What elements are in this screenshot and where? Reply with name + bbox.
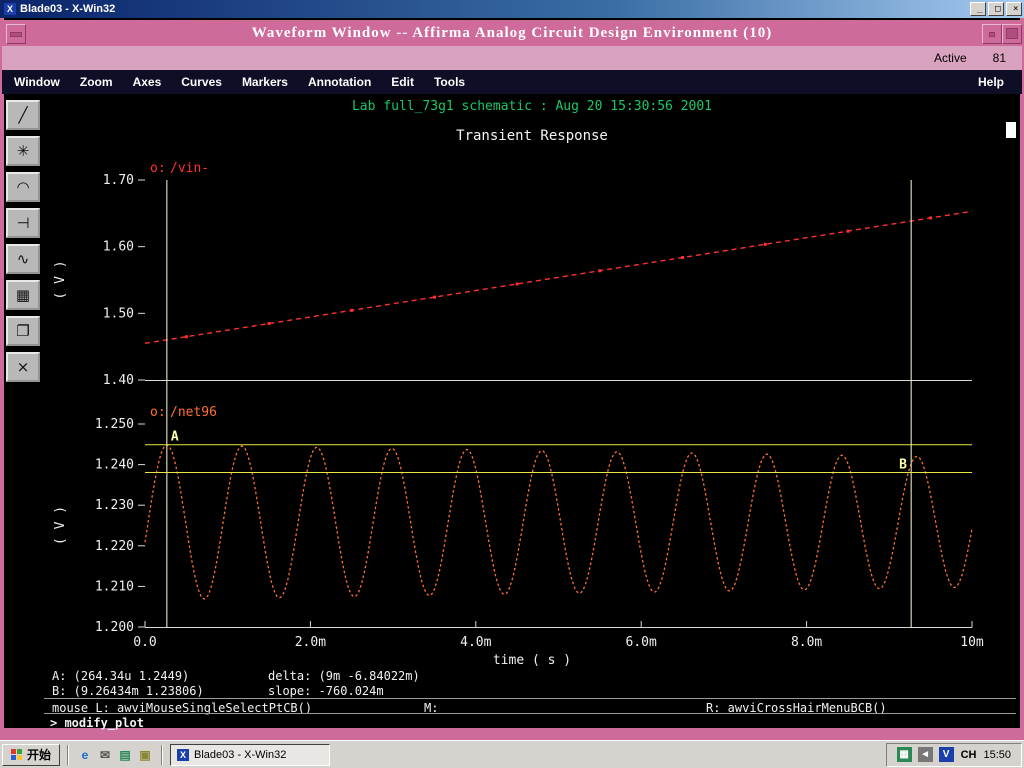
os-titlebar: X Blade03 - X-Win32 _ □ × — [0, 0, 1024, 18]
menu-help[interactable]: Help — [978, 75, 1004, 89]
taskbar-divider-2 — [161, 744, 164, 765]
delta-readout: delta: (9m -6.84022m) — [268, 669, 420, 683]
plot-area[interactable]: Lab full_73g1 schematic : Aug 20 15:30:5… — [0, 96, 1024, 674]
os-window-title: Blade03 - X-Win32 — [20, 3, 116, 15]
language-indicator[interactable]: CH — [961, 749, 977, 761]
vin-point — [432, 295, 436, 299]
x-tick-label: 2.0m — [295, 635, 326, 650]
slope-readout: slope: -760.024m — [268, 684, 384, 698]
x-window-border-bottom — [0, 728, 1024, 740]
windows-logo-icon — [11, 748, 23, 761]
active-count: 81 — [992, 51, 1006, 65]
menu-axes[interactable]: Axes — [133, 75, 162, 89]
y-tick-label: 1.50 — [103, 306, 134, 321]
legend-symbol-0: o: — [150, 161, 166, 176]
vin-point — [763, 242, 767, 246]
taskbar: 开始 e ✉ ▤ ▣ X Blade03 - X-Win32 ▦ ◄ V CH 15:50 — [0, 740, 1024, 768]
menu-window[interactable]: Window — [14, 75, 60, 89]
system-tray: ▦ ◄ V CH 15:50 — [885, 742, 1022, 767]
xwin32-task-icon: X — [177, 748, 190, 761]
task-button-xwin32[interactable]: X Blade03 - X-Win32 — [170, 743, 331, 766]
vin-point — [598, 269, 602, 273]
menu-markers[interactable]: Markers — [242, 75, 288, 89]
x-tick-label: 10m — [960, 635, 984, 650]
vin-point — [681, 256, 685, 260]
x-maximize-button[interactable] — [1002, 24, 1022, 44]
x-tick-label: 4.0m — [460, 635, 491, 650]
legend-symbol-1: o: — [150, 405, 166, 420]
vin-point — [846, 229, 850, 233]
y-tick-label: 1.200 — [95, 620, 134, 635]
status-separator-bottom — [44, 713, 1016, 714]
scroll-indicator[interactable] — [1006, 122, 1016, 138]
window-menu-button[interactable] — [6, 24, 26, 44]
y-tick-label: 1.70 — [103, 173, 134, 188]
x-tick-label: 8.0m — [791, 635, 822, 650]
command-prompt[interactable]: > modify_plot — [50, 716, 144, 730]
waveform-window-titlebar[interactable]: Waveform Window -- Affirma Analog Circui… — [2, 20, 1022, 46]
menu-curves[interactable]: Curves — [181, 75, 222, 89]
start-button[interactable]: 开始 — [2, 743, 61, 766]
antivirus-tray-icon[interactable]: V — [938, 747, 954, 762]
vin-point — [267, 322, 271, 326]
waveform-window-title: Waveform Window -- Affirma Analog Circui… — [251, 24, 773, 41]
clock: 15:50 — [983, 748, 1011, 761]
menubar: Window Zoom Axes Curves Markers Annotation Edi… — [2, 70, 1022, 94]
marker-b-readout: B: (9.26434m 1.23806) — [52, 684, 204, 698]
marker-a-readout: A: (264.34u 1.2449) — [52, 669, 190, 683]
vin-point — [350, 308, 354, 312]
vin-point — [184, 335, 188, 339]
menu-annotation[interactable]: Annotation — [308, 75, 371, 89]
plot-title: Transient Response — [456, 128, 608, 144]
ie-icon[interactable]: e — [76, 746, 94, 764]
display-tray-icon[interactable]: ▦ — [896, 747, 912, 762]
net96-trace[interactable] — [144, 444, 973, 600]
legend-label-0[interactable]: /vin- — [170, 161, 209, 176]
x-axis-label: time ( s ) — [493, 653, 571, 668]
desktop-icon[interactable]: ▤ — [116, 746, 134, 764]
y-axis-label-1: ( V ) — [53, 506, 68, 545]
y-tick-label: 1.210 — [95, 579, 134, 594]
marker-b-label: B — [899, 457, 907, 472]
y-axis-label-0: ( V ) — [53, 260, 68, 299]
volume-tray-icon[interactable]: ◄ — [917, 747, 933, 762]
os-close-button[interactable]: × — [1006, 2, 1022, 16]
menu-edit[interactable]: Edit — [391, 75, 414, 89]
legend-label-1[interactable]: /net96 — [170, 405, 217, 420]
marker-a-label: A — [171, 430, 179, 445]
tray-icons: ▦ ◄ V — [896, 747, 954, 762]
menu-tools[interactable]: Tools — [434, 75, 465, 89]
xwin32-app-icon: X — [4, 3, 16, 15]
status-separator-top — [44, 698, 1016, 699]
y-tick-label: 1.60 — [103, 240, 134, 255]
vin-point — [929, 216, 933, 220]
taskbar-divider — [67, 744, 70, 765]
active-status-row: Active 81 — [2, 46, 1022, 70]
quick-launch-bar: e ✉ ▤ ▣ — [76, 746, 154, 764]
vin-point — [515, 282, 519, 286]
start-label: 开始 — [27, 748, 52, 762]
plot-subtitle: Lab full_73g1 schematic : Aug 20 15:30:5… — [352, 99, 712, 114]
x-tick-label: 0.0 — [133, 635, 156, 650]
x-tick-label: 6.0m — [626, 635, 657, 650]
y-tick-label: 1.240 — [95, 458, 134, 473]
folder-icon[interactable]: ▣ — [136, 746, 154, 764]
active-label: Active — [933, 51, 967, 65]
y-tick-label: 1.230 — [95, 498, 134, 513]
task-button-label: Blade03 - X-Win32 — [194, 748, 287, 761]
os-maximize-button[interactable]: □ — [988, 2, 1004, 16]
os-minimize-button[interactable]: _ — [970, 2, 986, 16]
menu-zoom[interactable]: Zoom — [80, 75, 113, 89]
x-minimize-button[interactable] — [982, 24, 1002, 44]
y-tick-label: 1.220 — [95, 539, 134, 554]
y-tick-label: 1.250 — [95, 417, 134, 432]
mail-icon[interactable]: ✉ — [96, 746, 114, 764]
menu-items: Window Zoom Axes Curves Markers Annotation Edi… — [14, 75, 465, 89]
y-tick-label: 1.40 — [103, 373, 134, 388]
